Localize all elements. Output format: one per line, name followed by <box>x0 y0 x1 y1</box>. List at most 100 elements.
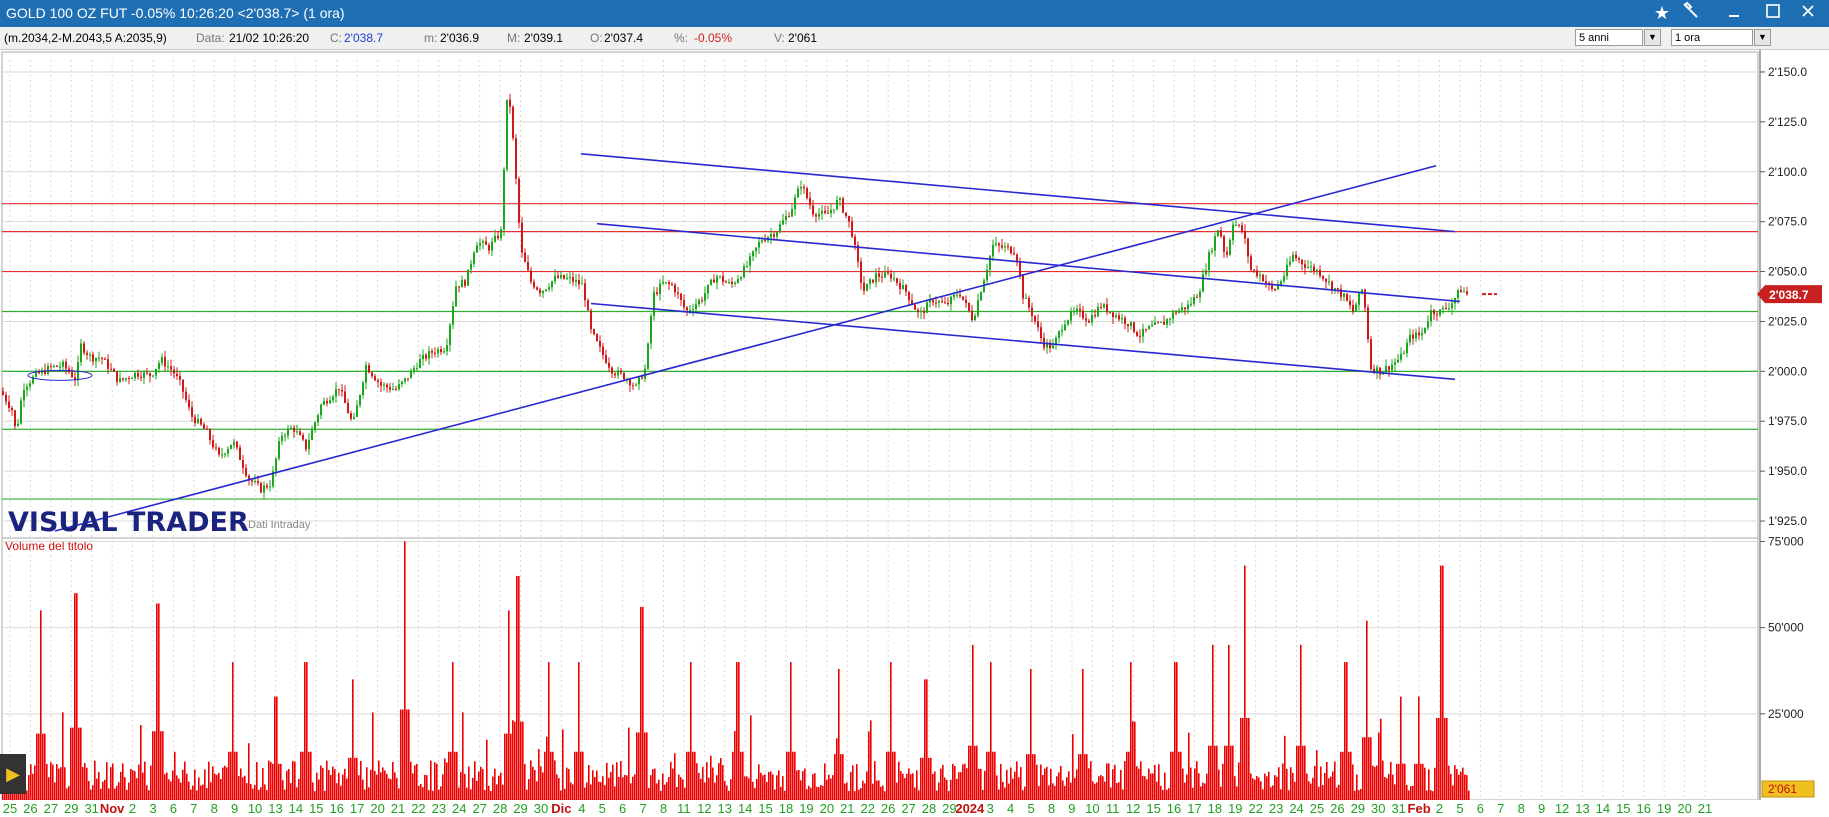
star-icon[interactable]: ★ <box>1648 1 1676 26</box>
candle-body <box>380 382 382 386</box>
volume-bar <box>1396 763 1398 800</box>
candle-body <box>755 247 757 252</box>
volume-bar <box>372 712 374 800</box>
chart-canvas[interactable]: VISUAL TRADER Dati Intraday 1'925.0 1'950… <box>0 50 1829 817</box>
volume-bar <box>196 790 198 800</box>
volume-bar <box>670 761 672 800</box>
candle-body <box>800 186 802 189</box>
volume-bar <box>1346 662 1348 800</box>
volume-bar <box>1292 772 1294 800</box>
volume-bar <box>72 727 74 800</box>
candle-body <box>1028 298 1030 308</box>
candle-body <box>665 282 667 284</box>
candle-body <box>539 289 541 294</box>
candle-body <box>959 294 961 297</box>
volume-bar <box>1326 761 1328 800</box>
volume-bar <box>876 780 878 800</box>
candle-body <box>1007 246 1009 248</box>
candle-body <box>335 388 337 397</box>
candle-body <box>719 276 721 278</box>
volume-bar <box>1220 786 1222 800</box>
volume-bar <box>384 770 386 800</box>
volume-bar <box>426 775 428 800</box>
close-icon[interactable] <box>1794 1 1822 26</box>
candle-body <box>299 431 301 436</box>
candle-body <box>1322 276 1324 279</box>
volume-bar <box>572 784 574 800</box>
volume-bar <box>284 789 286 800</box>
time-axis-label: 12 <box>1126 801 1140 816</box>
volume-bar <box>1176 662 1178 800</box>
candle-body <box>710 279 712 285</box>
play-icon[interactable]: ▶ <box>0 754 26 794</box>
candle-body <box>1319 269 1321 277</box>
time-axis-label: 25 <box>3 801 17 816</box>
close-icon-svg <box>1802 5 1814 17</box>
volume-bar <box>316 772 318 800</box>
candle-body <box>806 188 808 199</box>
candle-body <box>500 229 502 239</box>
volume-bar <box>556 774 558 800</box>
volume-bar <box>1280 789 1282 800</box>
volume-bar <box>792 751 794 800</box>
maximize-icon[interactable] <box>1759 1 1787 26</box>
volume-bar <box>256 762 258 800</box>
candle-body <box>707 284 709 294</box>
volume-bar <box>672 768 674 800</box>
volume-bar <box>1172 751 1174 800</box>
interval-select[interactable]: 1 ora <box>1671 29 1753 46</box>
date-value: 21/02 10:26:20 <box>229 31 310 45</box>
period-select[interactable]: 5 anni <box>1575 29 1643 46</box>
volume-bar <box>1414 763 1416 800</box>
candle-body <box>917 309 919 313</box>
minimize-icon[interactable] <box>1720 1 1748 26</box>
interval-dropdown-icon[interactable]: ▼ <box>1754 29 1771 46</box>
volume-bar <box>798 770 800 800</box>
volume-bar <box>358 775 360 800</box>
volume-bar <box>640 606 642 800</box>
volume-bar <box>212 766 214 800</box>
volume-bar <box>1458 774 1460 800</box>
volume-bar <box>396 777 398 800</box>
candle-body <box>1208 252 1210 271</box>
volume-bar <box>974 745 976 800</box>
volume-bar <box>1006 769 1008 800</box>
candle-body <box>623 372 625 380</box>
volume-bar <box>970 745 972 800</box>
volume-bar <box>446 762 448 800</box>
hammer-icon[interactable] <box>1676 1 1704 26</box>
volume-bar <box>868 731 870 800</box>
time-axis-label: 2 <box>1436 801 1443 816</box>
volume-bar <box>74 593 76 800</box>
volume-bar <box>532 766 534 800</box>
candle-body <box>1433 310 1435 315</box>
candle-body <box>1001 245 1003 248</box>
candle-body <box>167 366 169 368</box>
period-dropdown-icon[interactable]: ▼ <box>1644 29 1661 46</box>
candle-body <box>941 301 943 303</box>
candle-body <box>329 400 331 404</box>
volume-bar <box>992 751 994 800</box>
max-label: M: <box>507 31 521 45</box>
volume-bar <box>1096 782 1098 800</box>
time-axis-label: 6 <box>170 801 177 816</box>
volume-bar <box>234 751 236 800</box>
volume-bar <box>1158 764 1160 800</box>
volume-bar <box>1104 781 1106 800</box>
candle-body <box>137 372 139 377</box>
volume-bar <box>590 784 592 800</box>
volume-bar <box>1138 768 1140 800</box>
volume-bar <box>1298 745 1300 800</box>
candle-body <box>458 286 460 288</box>
time-axis-label: 20 <box>820 801 834 816</box>
candle-body <box>839 198 841 201</box>
candle-body <box>746 265 748 267</box>
volume-bar <box>924 679 926 800</box>
candle-body <box>1229 240 1231 255</box>
volume-bar <box>708 777 710 800</box>
time-axis-label: 15 <box>309 801 323 816</box>
volume-bar <box>434 762 436 800</box>
volume-bar <box>52 764 54 800</box>
candle-body <box>674 284 676 293</box>
candle-body <box>464 280 466 286</box>
